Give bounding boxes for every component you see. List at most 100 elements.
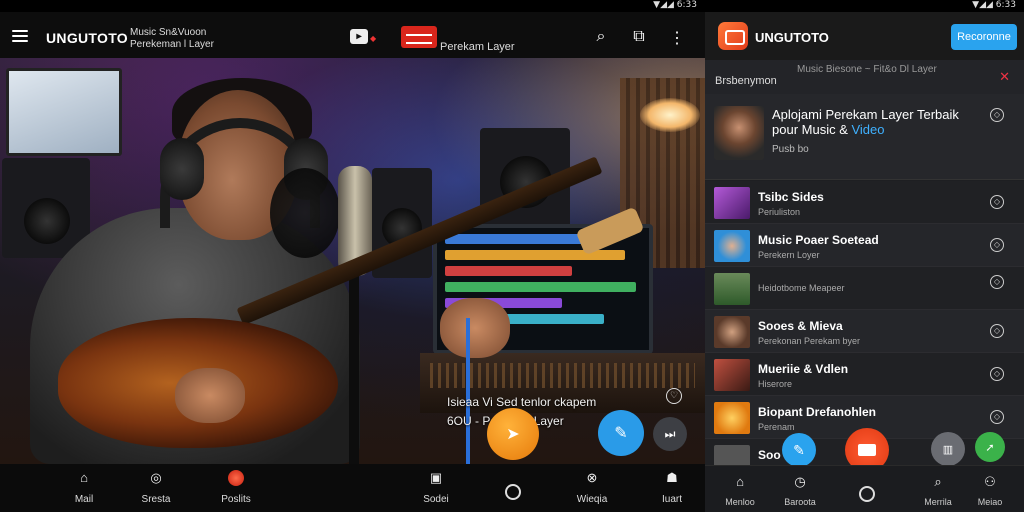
send-fab-icon[interactable]: ➚ [975,432,1005,462]
playlist-app: ▼◢◢ 6:33 UNGUTOTO Recoronne Music Bieson… [705,0,1024,512]
home-icon: ⌂ [736,474,744,489]
list-item[interactable]: Heidotbome Meapeer ◇ [705,267,1024,310]
featured-item[interactable]: Aplojami Perekam Layer Terbaik pour Musi… [705,94,1024,180]
app-bar-actions: ⌕ ⧉ ⋮ [591,28,687,48]
top-app-bar: UNGUTOTO Music Sn&Vuoon Perekeman l Laye… [0,12,705,58]
pop-filter [270,168,340,258]
panel-subtitle: Music Biesone ~ Fit&o Dl Layer [797,64,937,75]
crop-icon[interactable]: ⧉ [629,28,649,48]
video-player-app: ▼◢◢ 6:33 UNGUTOTO Music Sn&Vuoon Perekem… [0,0,705,512]
nav-poslits[interactable]: Poslits [211,470,261,507]
status-bar: ▼◢◢ 6:33 [0,0,705,12]
list-thumbnail [714,402,750,434]
panel-title: Brsbenymon [715,75,777,87]
bottom-navigation: ⌂ Menloo ◷ Baroota ⌕ Merrila ⚇ Meiao [705,465,1024,512]
status-time: 6:33 [995,0,1016,10]
edit-fab-icon[interactable]: ✎ [782,433,816,467]
featured-title-part2: pour Music & [772,122,852,137]
nav-baroota[interactable]: ◷ Baroota [775,474,825,510]
pin-icon[interactable]: ◇ [990,324,1004,338]
home-button-icon[interactable] [859,486,875,502]
profile-icon: ☗ [666,470,678,485]
list-item-title: Soo [758,448,781,462]
history-icon: ◷ [794,474,806,489]
status-time: 6:33 [676,0,697,10]
nav-sodei[interactable]: ▣ Sodei [411,470,461,507]
list-thumbnail [714,230,750,262]
split-screen: ▼◢◢ 6:33 UNGUTOTO Music Sn&Vuoon Perekem… [0,0,1024,512]
recorder-logo-icon[interactable] [401,26,437,48]
pin-icon[interactable]: ◇ [990,367,1004,381]
wall-lamp [640,98,700,132]
pin-icon[interactable]: ◇ [990,108,1004,122]
list-thumbnail [714,273,750,305]
book-fab-icon[interactable]: ▥ [931,432,965,466]
nav-label: Merrila [924,497,952,507]
list-thumbnail [714,316,750,348]
list-item-meta: Perekern Loyer [758,250,820,260]
pin-icon[interactable]: ◇ [990,238,1004,252]
list-item-meta: Perekonan Perekam byer [758,336,861,346]
nav-label: Mail [74,494,94,505]
app-subtitle-line1: Music Sn&Vuoon [130,27,207,38]
cast-icon[interactable]: ▸ [350,29,368,44]
panel-header: Music Biesone ~ Fit&o Dl Layer Brsbenymo… [705,60,1024,94]
list-item-title: Sooes & Mieva [758,319,843,333]
explore-icon: ◎ [150,470,162,485]
app-title: UNGUTOTO [46,30,128,46]
list-item[interactable]: Sooes & Mieva Perekonan Perekam byer ◇ [705,310,1024,353]
like-icon[interactable]: ♡ [666,388,682,404]
nav-mail[interactable]: ⌂ Mail [59,470,109,507]
featured-title-part1: Aplojami Perekam Layer Terbaik [772,107,959,122]
skip-fab-icon[interactable]: ⏭ [653,417,687,451]
record-button[interactable]: Recoronne [951,24,1017,50]
nav-wieqia[interactable]: ⊗ Wieqia [567,470,617,507]
nav-label: Meiao [977,497,1003,507]
featured-thumbnail [714,106,764,160]
pin-icon[interactable]: ◇ [990,195,1004,209]
fretting-hand [440,298,510,358]
list-item-title: Mueriie & Vdlen [758,362,849,376]
nav-merrila[interactable]: ⌕ Merrila [913,474,963,510]
status-bar: ▼◢◢ 6:33 [705,0,1024,12]
app-title: UNGUTOTO [755,30,829,45]
nav-meiao[interactable]: ⚇ Meiao [965,474,1015,510]
list-item-meta: Hiserore [758,379,793,389]
list-item-meta: Perenam [758,422,795,432]
search-icon[interactable]: ⌕ [591,28,611,48]
featured-meta: Pusb bo [772,144,809,155]
nav-label: Sresta [141,494,171,505]
nav-menloo[interactable]: ⌂ Menloo [715,474,765,510]
pin-icon[interactable]: ◇ [990,410,1004,424]
app-subtitle-line2: Perekeman l Layer [130,39,214,50]
list-item-title: Tsibc Sides [758,190,824,204]
nav-label: Iuart [661,494,682,505]
nav-sresta[interactable]: ◎ Sresta [131,470,181,507]
chat-fab-icon[interactable]: ✎ [598,410,644,456]
list-thumbnail [714,359,750,391]
close-icon[interactable]: ✕ [999,69,1010,85]
mic-stand [349,273,359,464]
app-logo-icon [718,22,748,50]
list-item[interactable]: Music Poaer Soetead Perekern Loyer ◇ [705,224,1024,267]
pin-icon[interactable]: ◇ [990,275,1004,289]
list-item-meta: Periuliston [758,207,801,217]
list-thumbnail [714,187,750,219]
list-item[interactable]: Tsibc Sides Periuliston ◇ [705,181,1024,224]
bottom-navigation: ⌂ Mail ◎ Sresta Poslits ▣ Sodei ⊗ Wieqia… [0,464,705,512]
video-frame[interactable]: Isieaa Vi Sed tenlor ckapem 6OU - Pereka… [0,58,705,464]
search-icon: ⌕ [934,474,942,489]
share-fab-icon[interactable]: ➤ [487,408,539,460]
list-item[interactable]: Mueriie & Vdlen Hiserore ◇ [705,353,1024,396]
headphone-cup-left [160,138,204,200]
nav-iuart[interactable]: ☗ Iuart [647,470,697,507]
home-button-icon[interactable] [505,484,521,500]
nav-label: Menloo [725,497,755,507]
friends-icon: ⚇ [984,474,996,489]
featured-title-highlight: Video [851,122,885,137]
more-vert-icon[interactable]: ⋮ [667,28,687,48]
home-icon: ⌂ [80,470,88,485]
list-item-title: Music Poaer Soetead [758,233,879,247]
background-monitor [6,68,122,156]
menu-icon[interactable] [12,30,28,42]
